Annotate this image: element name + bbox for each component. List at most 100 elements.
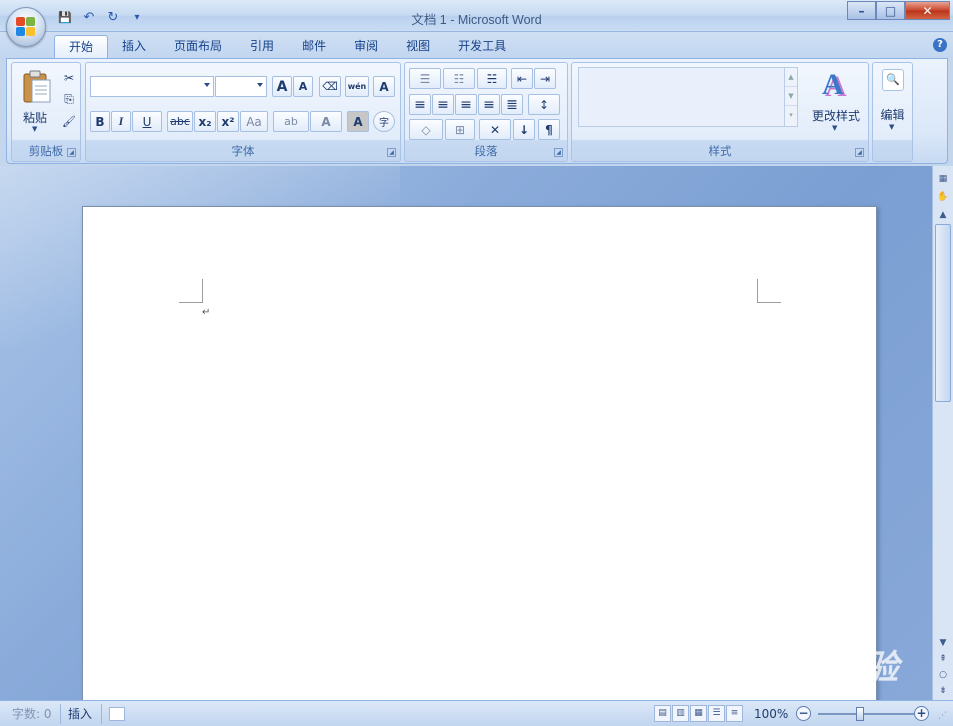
gallery-down-icon[interactable]: ▼ (785, 87, 797, 106)
tab-insert[interactable]: 插入 (108, 35, 160, 58)
line-spacing-button[interactable]: ↕ (528, 94, 560, 115)
styles-gallery[interactable]: ▲ ▼ ▾ (578, 67, 798, 127)
justify-button[interactable]: ≡ (478, 94, 500, 115)
vertical-scrollbar[interactable]: ▦ ✋ ▲ ▼ ⇞ ○ ⇟ (932, 166, 953, 700)
tab-mailings[interactable]: 邮件 (288, 35, 340, 58)
zoom-in-button[interactable]: + (914, 706, 929, 721)
document-area: ↵ (0, 166, 932, 706)
previous-page-icon[interactable]: ⇞ (936, 652, 950, 666)
scroll-down-icon[interactable]: ▼ (936, 636, 950, 650)
increase-indent-button[interactable]: ⇥ (534, 68, 556, 89)
distributed-button[interactable]: ≣ (501, 94, 523, 115)
clear-formatting-button[interactable]: ⌫ (319, 76, 341, 97)
highlight-button[interactable]: ab (273, 111, 309, 132)
underline-button[interactable]: U (132, 111, 162, 132)
status-separator (60, 704, 61, 724)
change-styles-label: 更改样式 (811, 109, 860, 123)
numbering-button[interactable]: ☷ (443, 68, 475, 89)
strikethrough-button[interactable]: abc (167, 111, 193, 132)
format-painter-icon[interactable]: 🖌 (60, 111, 78, 132)
web-layout-icon[interactable]: ▦ (690, 705, 707, 722)
bullets-button[interactable]: ☰ (409, 68, 441, 89)
superscript-button[interactable]: x² (217, 111, 239, 132)
zoom-level[interactable]: 100% (754, 705, 788, 723)
minimize-button[interactable]: – (847, 1, 876, 20)
show-marks-button[interactable]: ¶ (538, 119, 560, 140)
clipboard-group: 粘贴 ▼ ✂ ⎘ 🖌 剪贴板 ◢ (11, 62, 81, 162)
help-icon[interactable]: ? (933, 38, 947, 52)
styles-launcher-icon[interactable]: ◢ (855, 148, 864, 157)
macro-record-icon[interactable] (109, 707, 125, 721)
enclose-characters-button[interactable]: 字 (373, 111, 395, 132)
gallery-more-icon[interactable]: ▾ (785, 106, 797, 125)
grow-font-button[interactable]: A (272, 76, 292, 97)
borders-button[interactable]: ⊞ (445, 119, 475, 140)
paragraph-launcher-icon[interactable]: ◢ (554, 148, 563, 157)
insert-mode[interactable]: 插入 (68, 705, 92, 723)
italic-button[interactable]: I (111, 111, 131, 132)
close-button[interactable]: ✕ (905, 1, 950, 20)
styles-group: ▲ ▼ ▾ A 更改样式 ▼ 样式 ◢ (571, 62, 869, 162)
font-size-combo[interactable] (215, 76, 267, 97)
tab-review[interactable]: 审阅 (340, 35, 392, 58)
gallery-up-icon[interactable]: ▲ (785, 68, 797, 87)
change-styles-button[interactable]: A 更改样式 ▼ (808, 66, 864, 132)
tab-home[interactable]: 开始 (54, 35, 109, 58)
title-bar: 💾 ↶ ↻ ▾ 文档 1 - Microsoft Word – □ ✕ (0, 0, 953, 32)
tab-view[interactable]: 视图 (392, 35, 444, 58)
copy-icon[interactable]: ⎘ (60, 89, 78, 110)
maximize-button[interactable]: □ (876, 1, 905, 20)
shading-button[interactable]: ◇ (409, 119, 443, 140)
character-border-button[interactable]: A (373, 76, 395, 97)
font-name-combo[interactable] (90, 76, 214, 97)
subscript-button[interactable]: x₂ (194, 111, 216, 132)
zoom-out-button[interactable]: − (796, 706, 811, 721)
change-case-button[interactable]: Aa (240, 111, 268, 132)
align-center-button[interactable]: ≡ (432, 94, 454, 115)
draft-view-icon[interactable]: ≡ (726, 705, 743, 722)
tab-developer[interactable]: 开发工具 (444, 35, 520, 58)
paste-label: 粘贴 (23, 111, 48, 125)
print-layout-icon[interactable]: ▤ (654, 705, 671, 722)
scrollbar-thumb[interactable] (935, 224, 951, 402)
paste-button[interactable]: 粘贴 ▼ (14, 65, 54, 133)
bold-button[interactable]: B (90, 111, 110, 132)
gallery-scroll: ▲ ▼ ▾ (784, 68, 797, 126)
paste-icon (23, 70, 51, 103)
styles-group-label: 样式 (708, 144, 732, 158)
browse-object-icon[interactable]: ○ (936, 668, 950, 682)
office-logo-icon (16, 17, 36, 37)
sort-button[interactable]: ↓ (513, 119, 535, 140)
resize-grip-icon[interactable]: ⋰ (938, 711, 947, 721)
paste-dropdown-icon: ▼ (32, 125, 38, 133)
zoom-slider-knob[interactable] (856, 707, 864, 721)
cut-icon[interactable]: ✂ (60, 67, 78, 88)
pan-hand-icon[interactable]: ✋ (936, 190, 950, 204)
align-left-button[interactable]: ≡ (409, 94, 431, 115)
full-screen-reading-icon[interactable]: ▥ (672, 705, 689, 722)
scroll-up-icon[interactable]: ▲ (936, 208, 950, 222)
editing-group[interactable]: 🔍 编辑 ▼ (872, 62, 913, 162)
ribbon: 粘贴 ▼ ✂ ⎘ 🖌 剪贴板 ◢ A A ⌫ wén A B I U abc x… (6, 58, 948, 164)
character-shading-button[interactable]: A (347, 111, 369, 132)
next-page-icon[interactable]: ⇟ (936, 684, 950, 698)
clipboard-launcher-icon[interactable]: ◢ (67, 148, 76, 157)
font-color-button[interactable]: A (310, 111, 342, 132)
chinese-layout-button[interactable]: ✕ (479, 119, 511, 140)
document-page[interactable]: ↵ (82, 206, 877, 706)
office-button[interactable] (6, 7, 46, 47)
phonetic-guide-button[interactable]: wén (345, 76, 369, 97)
font-group: A A ⌫ wén A B I U abc x₂ x² Aa ab A A 字 … (85, 62, 401, 162)
align-right-button[interactable]: ≡ (455, 94, 477, 115)
font-launcher-icon[interactable]: ◢ (387, 148, 396, 157)
font-size-dropdown-icon (257, 83, 263, 87)
multilevel-list-button[interactable]: ☵ (477, 68, 507, 89)
decrease-indent-button[interactable]: ⇤ (511, 68, 533, 89)
tab-references[interactable]: 引用 (236, 35, 288, 58)
ruler-toggle-icon[interactable]: ▦ (936, 172, 950, 186)
shrink-font-button[interactable]: A (293, 76, 313, 97)
zoom-slider-track[interactable] (818, 713, 914, 715)
outline-view-icon[interactable]: ☰ (708, 705, 725, 722)
tab-page-layout[interactable]: 页面布局 (160, 35, 236, 58)
word-count[interactable]: 字数: 0 (12, 705, 52, 723)
